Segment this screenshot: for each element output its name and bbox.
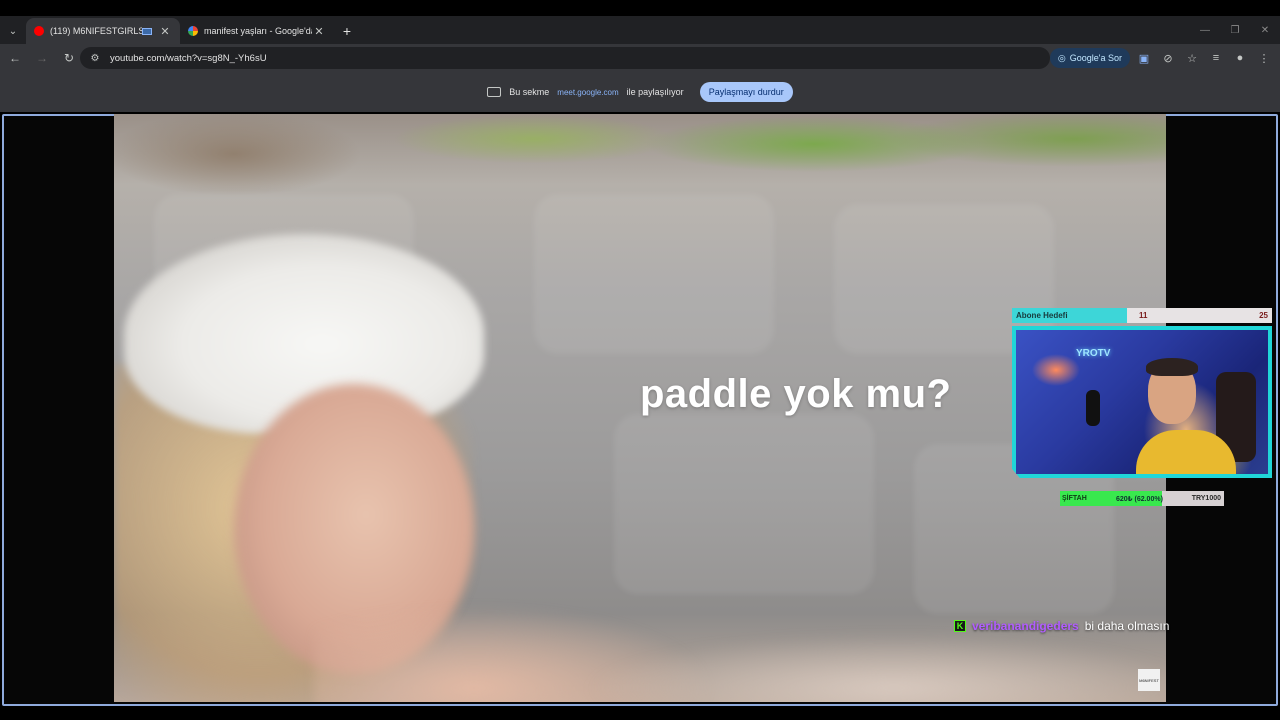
donation-goal-bar: ŞİFTAH TRY1000 620₺ (62.00%) — [1060, 491, 1224, 506]
donation-remaining: TRY1000 — [1161, 491, 1224, 506]
menu-dots-icon[interactable]: ⋮ — [1254, 48, 1274, 68]
goal-label: Abone Hedefi — [1012, 308, 1127, 323]
tab-sharing-bar: Bu sekme meet.google.com ile paylaşılıyo… — [0, 72, 1280, 112]
goal-progress: 11 25 — [1127, 308, 1272, 323]
screen-share-icon — [487, 87, 502, 97]
reading-list-icon[interactable]: ≡ — [1206, 48, 1226, 68]
tab-title: (119) M6NIFESTGIRLS | 7. B — [50, 26, 142, 36]
profile-avatar-icon[interactable]: ● — [1230, 48, 1250, 68]
url-text[interactable]: youtube.com/watch?v=sg8N_-Yh6sU — [110, 53, 267, 64]
share-prefix: Bu sekme — [509, 87, 550, 97]
new-tab-button[interactable]: + — [334, 18, 360, 44]
share-suffix: ile paylaşılıyor — [626, 87, 684, 97]
restore-icon[interactable]: ❐ — [1220, 16, 1250, 44]
stop-sharing-button[interactable]: Paylaşmayı durdur — [699, 82, 793, 102]
channel-watermark-logo: M6NIFEST — [1138, 669, 1160, 691]
close-icon[interactable]: ✕ — [158, 24, 172, 38]
video-subtitle: paddle yok mu? — [640, 372, 952, 416]
goal-current: 11 — [1139, 311, 1148, 320]
forward-button[interactable]: → — [30, 46, 54, 70]
wall-stone — [614, 414, 874, 594]
top-black-bar — [0, 0, 1280, 16]
eye-off-icon[interactable]: ⊘ — [1158, 48, 1178, 68]
streamer-hair — [1146, 358, 1198, 376]
browser-toolbar: ← → ↻ ⚙ youtube.com/watch?v=sg8N_-Yh6sU … — [0, 44, 1280, 72]
webcam-feed: YROTV — [1016, 330, 1268, 474]
site-info-icon[interactable]: ⚙ — [88, 51, 102, 65]
donation-value: 620₺ (62.00%) — [1116, 495, 1163, 503]
address-bar[interactable]: ⚙ youtube.com/watch?v=sg8N_-Yh6sU — [80, 47, 1050, 69]
chat-text: bi daha olmasın — [1084, 619, 1170, 633]
wall-stone — [534, 194, 774, 354]
window-close-icon[interactable]: ✕ — [1250, 16, 1280, 44]
cam-neon-sign: YROTV — [1076, 348, 1111, 359]
tab-strip: ⌄ (119) M6NIFESTGIRLS | 7. B ✕ manifest … — [0, 16, 1280, 44]
donation-target: TRY1000 — [1191, 495, 1221, 502]
bookmark-star-icon[interactable]: ☆ — [1182, 48, 1202, 68]
tab-google-search[interactable]: manifest yaşları - Google'da Ar ✕ — [180, 18, 334, 44]
media-playing-icon — [142, 27, 152, 35]
lens-icon: ◎ — [1057, 52, 1066, 63]
microphone — [1086, 390, 1100, 426]
chat-username: veribanandigeders — [972, 619, 1079, 633]
tab-title: manifest yaşları - Google'da Ar — [204, 26, 312, 36]
close-icon[interactable]: ✕ — [312, 24, 326, 38]
tab-youtube[interactable]: (119) M6NIFESTGIRLS | 7. B ✕ — [26, 18, 180, 44]
webcam-overlay: YROTV — [1012, 326, 1272, 478]
window-controls: — ❐ ✕ — [1190, 16, 1280, 44]
tab-search-chevron-icon[interactable]: ⌄ — [0, 18, 26, 44]
subscriber-goal-bar: Abone Hedefi 11 25 — [1012, 308, 1272, 323]
share-host: meet.google.com — [557, 87, 619, 97]
google-icon — [188, 26, 198, 36]
reload-button[interactable]: ↻ — [57, 46, 81, 70]
ask-google-label: Google'a Sor — [1069, 53, 1122, 63]
cast-icon[interactable]: ▣ — [1134, 48, 1154, 68]
donation-label: ŞİFTAH — [1062, 495, 1087, 502]
youtube-icon — [34, 26, 44, 36]
kick-badge-icon: K — [954, 620, 966, 632]
minimize-icon[interactable]: — — [1190, 16, 1220, 44]
back-button[interactable]: ← — [3, 46, 27, 70]
goal-target: 25 — [1259, 311, 1268, 320]
watermark-text: M6NIFEST — [1139, 677, 1159, 683]
chat-message: K veribanandigeders bi daha olmasın — [954, 619, 1169, 633]
ask-google-button[interactable]: ◎ Google'a Sor — [1049, 48, 1130, 68]
toolbar-actions: ◎ Google'a Sor ▣ ⊘ ☆ ≡ ● ⋮ — [1049, 47, 1274, 69]
foreground-blur — [584, 634, 1166, 702]
